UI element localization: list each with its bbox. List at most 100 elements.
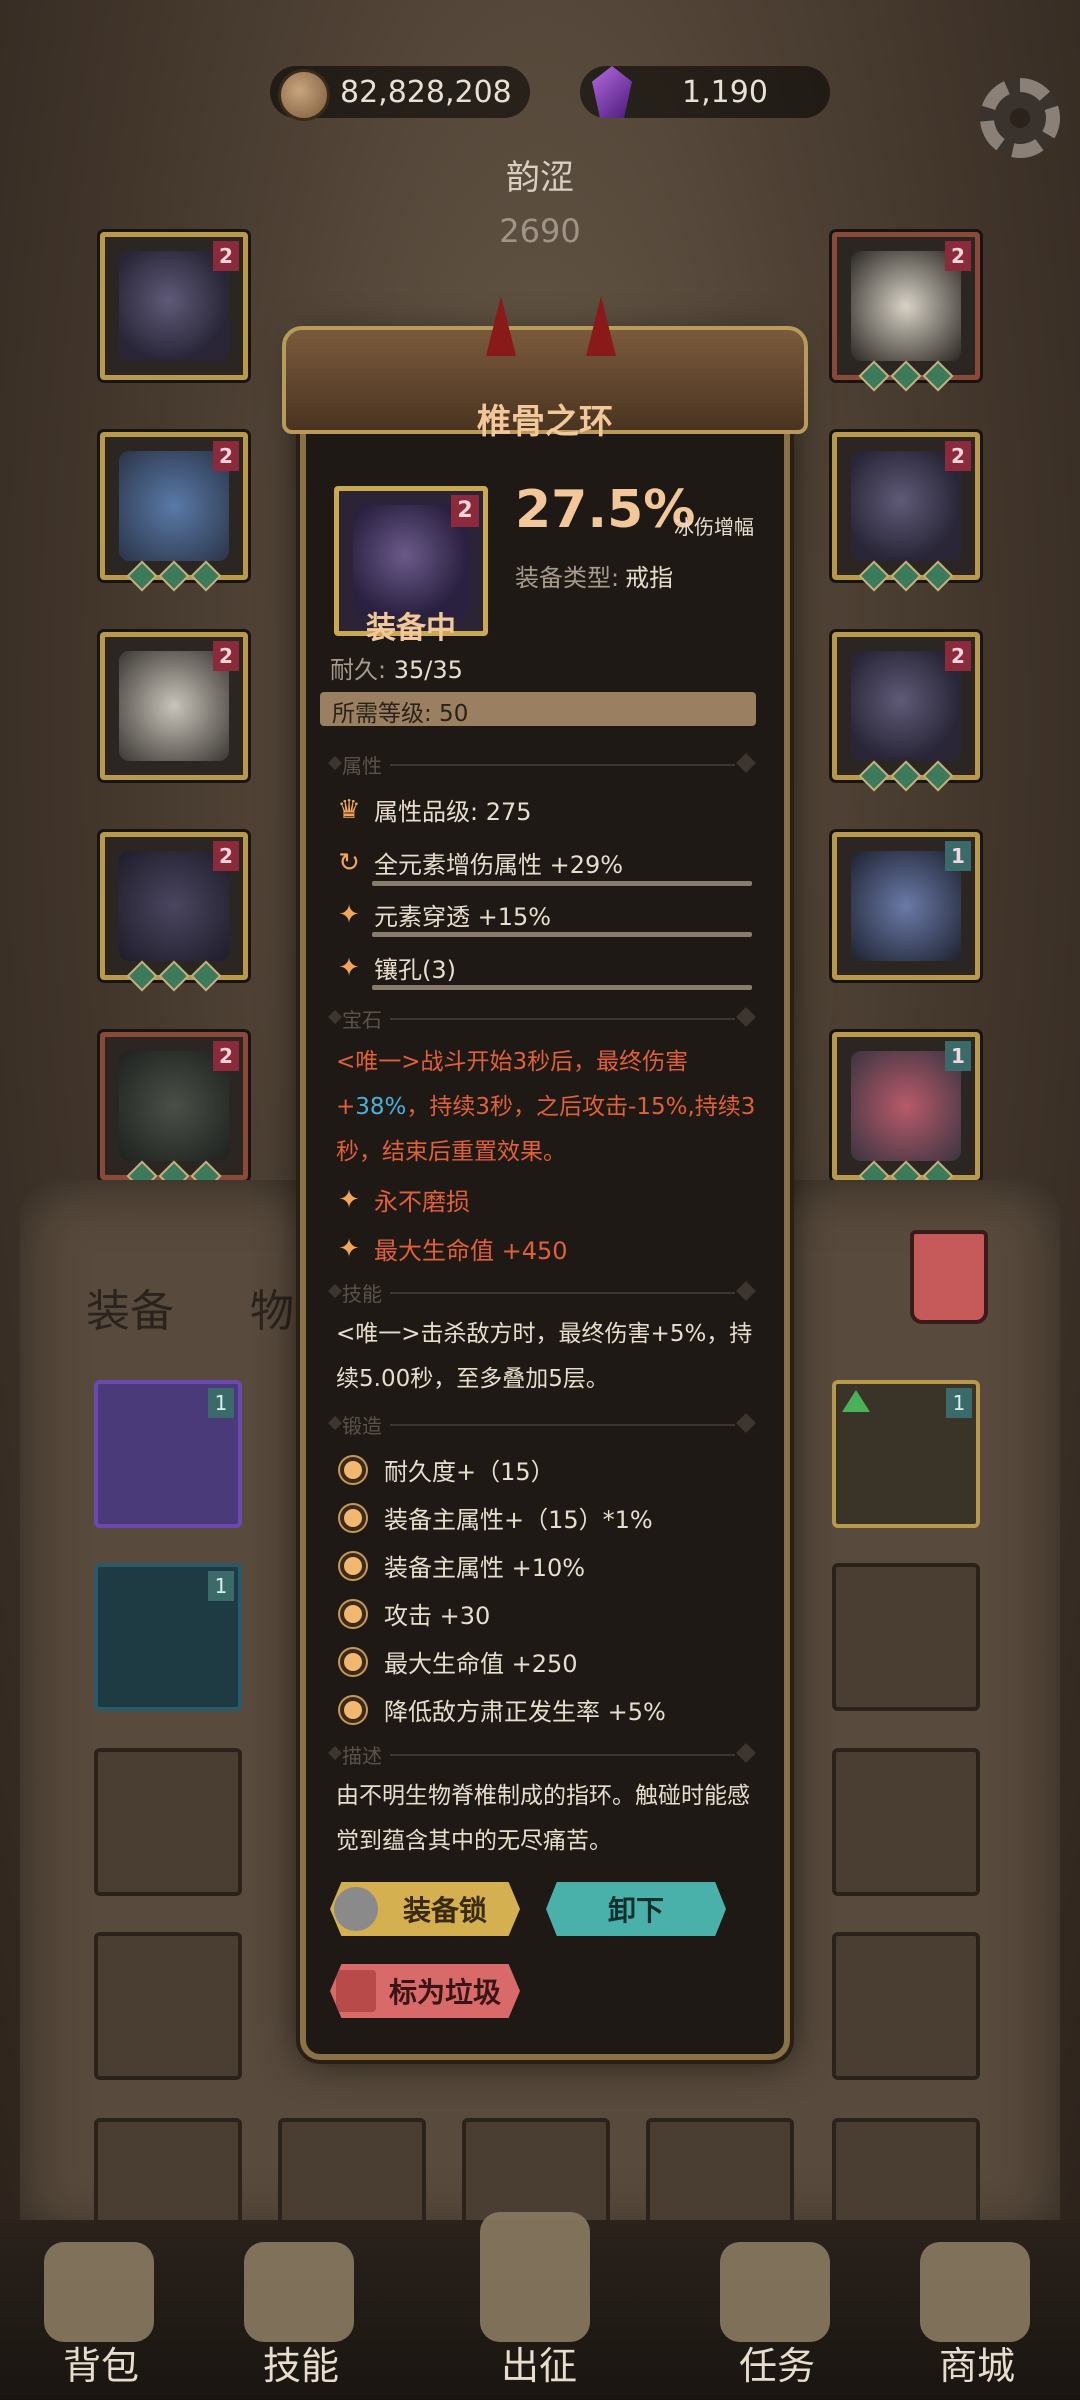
gem-effect-text: 永不磨损 <box>374 1188 470 1216</box>
forge-text: 攻击 +30 <box>384 1602 491 1630</box>
forge-dot-icon <box>340 1696 366 1723</box>
mark-as-junk-button[interactable]: 标为垃圾 <box>330 1964 520 2018</box>
level-badge: 1 <box>208 1571 234 1601</box>
inventory-slot[interactable] <box>832 1932 980 2080</box>
gold-counter: 82,828,208 <box>270 62 530 122</box>
equip-slot-left-4[interactable]: 2 <box>100 832 248 992</box>
section-description: 描述 <box>327 1740 756 1770</box>
forge-row: 耐久度+（15） <box>340 1452 555 1487</box>
attribute-roll-bar <box>372 932 752 937</box>
nav-skills[interactable]: 技能 <box>236 2335 366 2390</box>
equip-slot-left-3[interactable]: 2 <box>100 632 248 780</box>
attribute-text: 全元素增伤属性 +29% <box>374 851 624 879</box>
level-badge: 1 <box>208 1388 234 1418</box>
sparkle-icon: ✦ <box>338 1184 360 1215</box>
forge-text: 装备主属性+（15）*1% <box>384 1506 653 1534</box>
gem-counter: 1,190 <box>580 62 830 122</box>
nav-quests[interactable]: 任务 <box>712 2335 842 2390</box>
gem-effect-row: ✦ 最大生命值 +450 <box>336 1231 568 1266</box>
character-power: 2690 <box>499 212 581 250</box>
forge-text: 降低敌方肃正发生率 +5% <box>384 1698 666 1726</box>
attribute-row: ↻ 全元素增伤属性 +29% <box>336 845 623 880</box>
gem-effect-text: 最大生命值 +450 <box>374 1237 568 1265</box>
attribute-roll-bar <box>372 985 752 990</box>
sparkle-icon: ✦ <box>338 899 360 930</box>
socket-gem <box>858 560 890 592</box>
equip-slot-right-2[interactable]: 2 <box>832 432 980 592</box>
item-type-value: 戒指 <box>625 564 674 592</box>
level-badge: 1 <box>946 1388 972 1418</box>
forge-text: 最大生命值 +250 <box>384 1650 578 1678</box>
section-title: 属性 <box>342 754 382 778</box>
forge-row: 装备主属性 +10% <box>340 1548 585 1583</box>
mark-junk-label: 标为垃圾 <box>388 1976 501 2009</box>
socket-gem <box>890 760 922 792</box>
section-forge: 锻造 <box>327 1410 756 1440</box>
unique-effect-text: <唯一>战斗开始3秒后，最终伤害 <box>336 1049 689 1075</box>
nav-shop[interactable]: 商城 <box>912 2335 1042 2390</box>
nav-backpack[interactable]: 背包 <box>36 2335 166 2390</box>
unequip-button[interactable]: 卸下 <box>546 1882 726 1936</box>
required-level-bar: 所需等级: 50 <box>320 692 756 727</box>
socket-gem <box>890 360 922 392</box>
equip-slot-right-3[interactable]: 2 <box>832 632 980 792</box>
main-stat-value: 27.5% <box>515 480 696 540</box>
inventory-slot[interactable] <box>832 1748 980 1896</box>
attribute-roll-bar <box>372 881 752 886</box>
scroll-icon <box>720 2242 830 2342</box>
socket-gem <box>890 560 922 592</box>
skill-text: <唯一>击杀敌方时，最终伤害+5%，持续5.00秒，至多叠加5层。 <box>336 1321 753 1392</box>
equipped-status: 装备中 <box>366 611 456 646</box>
equip-slot-left-1[interactable]: 2 <box>100 232 248 380</box>
gear-icon[interactable] <box>980 78 1060 158</box>
lock-label: 装备锁 <box>402 1894 487 1927</box>
unique-effect-value: 38% <box>355 1094 407 1120</box>
trash-icon[interactable] <box>910 1230 988 1324</box>
level-badge: 2 <box>945 241 971 271</box>
attribute-row: ✦ 镶孔(3) <box>336 950 456 985</box>
socket-gem <box>190 960 222 992</box>
required-level: 所需等级: 50 <box>332 701 469 727</box>
inventory-slot[interactable]: 1 <box>94 1380 242 1528</box>
forge-dot-icon <box>340 1504 366 1531</box>
attribute-row: ✦ 元素穿透 +15% <box>336 897 551 932</box>
item-description: 由不明生物脊椎制成的指环。触碰时能感觉到蕴含其中的无尽痛苦。 <box>336 1783 750 1854</box>
item-title: 椎骨之环 <box>477 402 613 442</box>
level-badge: 2 <box>213 841 239 871</box>
sparkle-icon: ✦ <box>338 952 360 983</box>
forge-row: 最大生命值 +250 <box>340 1644 578 1679</box>
level-badge: 2 <box>213 1041 239 1071</box>
level-badge: 2 <box>213 241 239 271</box>
inventory-slot[interactable] <box>832 1563 980 1711</box>
equipment-lock-button[interactable]: 装备锁 <box>330 1882 520 1936</box>
inventory-slot[interactable] <box>94 1748 242 1896</box>
socket-gem <box>922 360 954 392</box>
tab-equipment[interactable]: 装备 <box>86 1275 174 1339</box>
equip-slot-left-2[interactable]: 2 <box>100 432 248 592</box>
level-badge: 2 <box>213 441 239 471</box>
section-gems: 宝石 <box>327 1004 756 1034</box>
equip-slot-right-1[interactable]: 2 <box>832 232 980 392</box>
socket-gem <box>922 560 954 592</box>
character-name: 韵涩 <box>506 158 574 198</box>
nav-expedition[interactable]: 出征 <box>474 2335 604 2390</box>
equip-slot-right-4[interactable]: 1 <box>832 832 980 980</box>
equip-slot-right-5[interactable]: 1 <box>832 1032 980 1192</box>
inventory-slot[interactable]: 1 <box>94 1563 242 1711</box>
equip-slot-left-5[interactable]: 2 <box>100 1032 248 1192</box>
section-attributes: 属性 <box>327 750 756 780</box>
socket-gem <box>858 760 890 792</box>
socket-gem <box>190 560 222 592</box>
attribute-quality-text: 属性品级: 275 <box>374 798 532 826</box>
forge-dot-icon <box>340 1552 366 1579</box>
attribute-text: 镶孔(3) <box>374 956 456 984</box>
attribute-quality: ♛ 属性品级: 275 <box>336 792 532 827</box>
inventory-slot[interactable]: 1 <box>832 1380 980 1528</box>
section-title: 技能 <box>342 1282 382 1306</box>
level-badge: 2 <box>945 641 971 671</box>
sword-icon <box>480 2212 590 2342</box>
gold-value: 82,828,208 <box>340 74 512 110</box>
unequip-label: 卸下 <box>607 1894 664 1927</box>
unique-effect-plus: + <box>336 1094 356 1120</box>
inventory-slot[interactable] <box>94 1932 242 2080</box>
